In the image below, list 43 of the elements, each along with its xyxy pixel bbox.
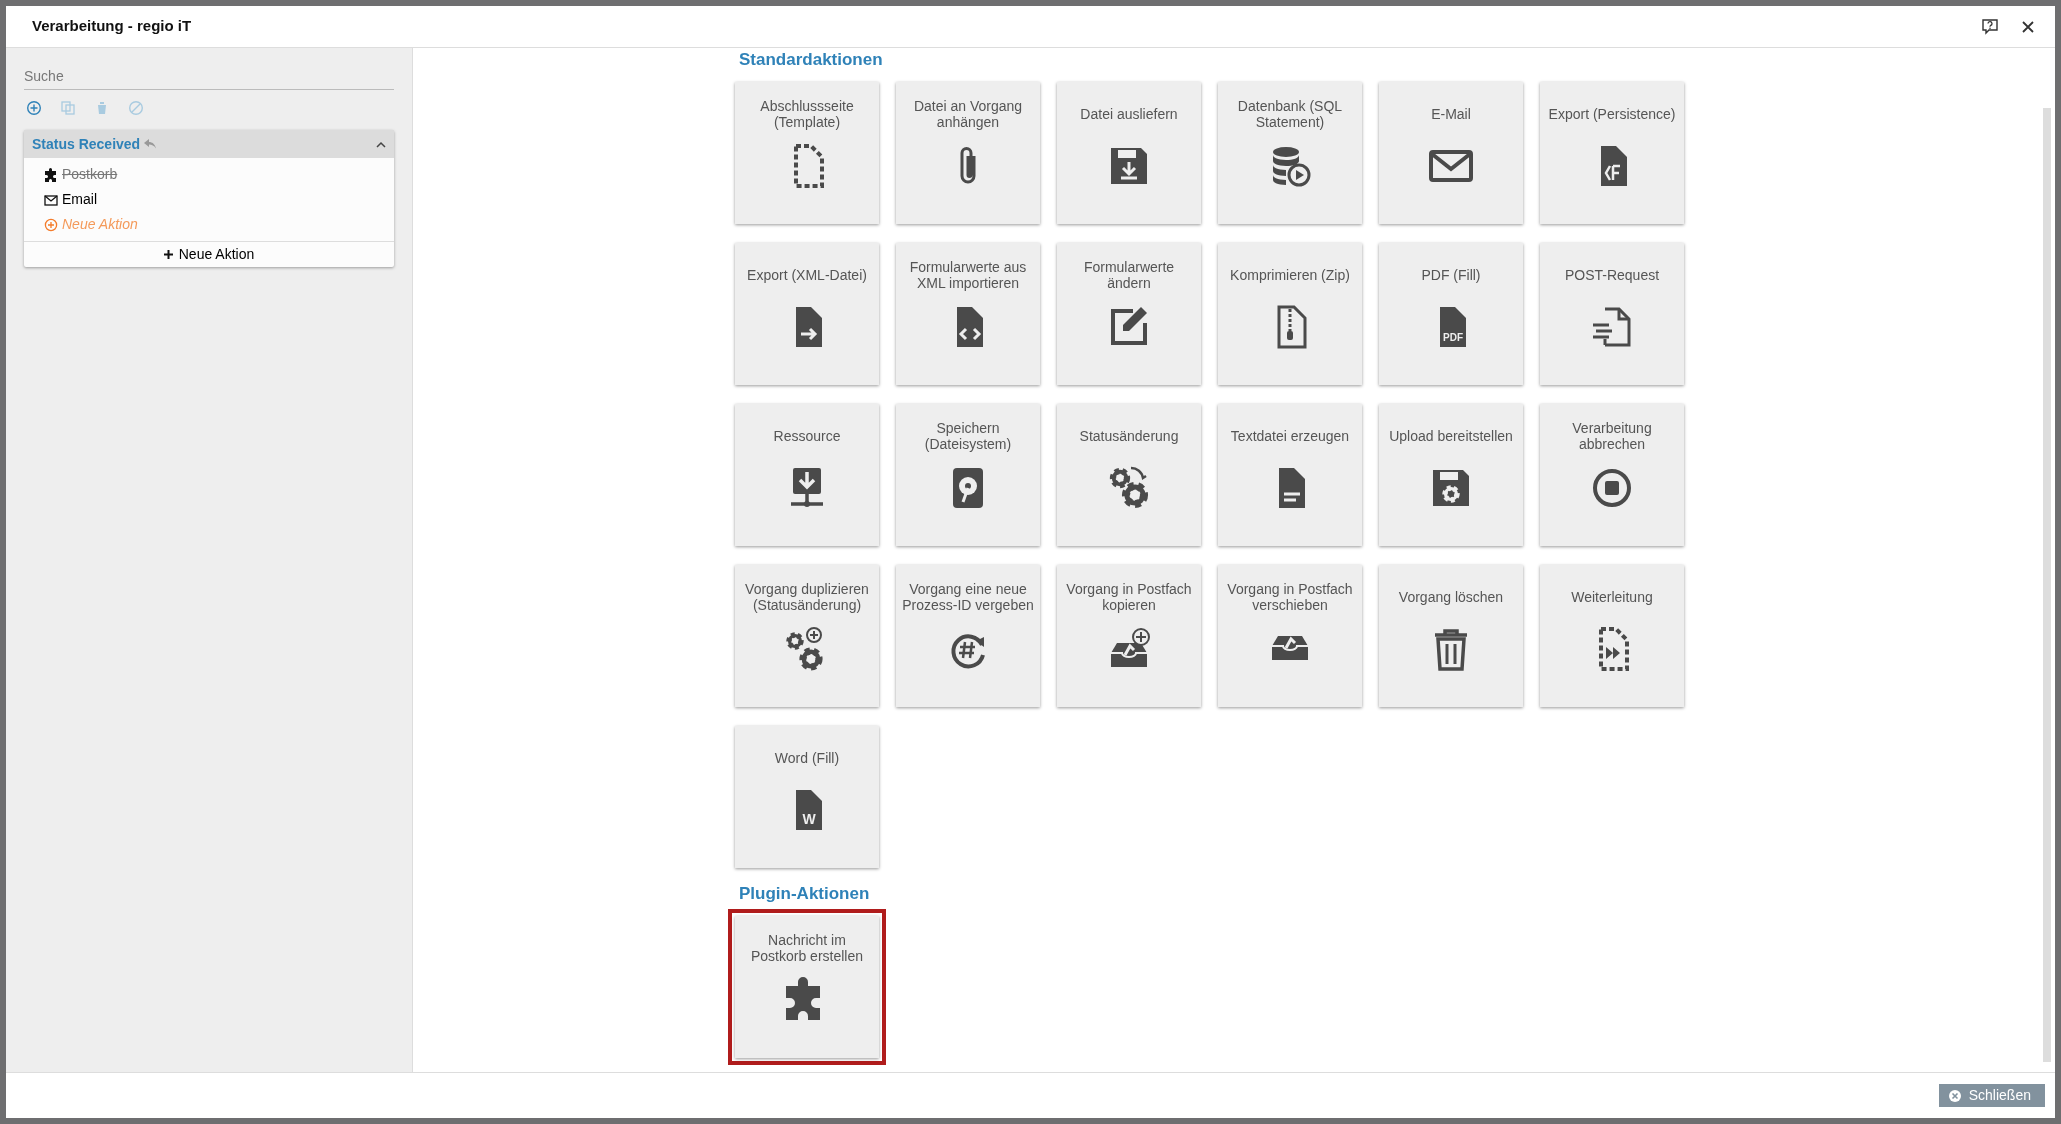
envelope-icon [44,192,58,207]
chevron-up-icon [376,140,386,148]
action-tile[interactable]: Weiterleitung [1540,565,1684,707]
action-tile[interactable]: Export (Persistence) [1540,82,1684,224]
add-icon [44,217,58,232]
action-tile[interactable]: Formularwerte ändern [1057,243,1201,385]
undo-icon [144,139,157,149]
action-tile[interactable]: Export (XML-Datei) [735,243,879,385]
action-tile[interactable]: Komprimieren (Zip) [1218,243,1362,385]
action-tile[interactable]: PDF (Fill) PDF [1379,243,1523,385]
action-tile[interactable]: Abschlussseite (Template) [735,82,879,224]
action-tile[interactable]: Vorgang löschen [1379,565,1523,707]
tray-icon [1271,635,1309,661]
puzzle-icon [44,167,58,182]
action-tile[interactable]: Vorgang in Postfach verschieben [1218,565,1362,707]
section-heading: Plugin-Aktionen [739,884,871,904]
action-item[interactable]: Email [44,187,97,212]
add-action-button[interactable]: Neue Aktion [24,241,394,267]
scrollbar[interactable] [2043,108,2051,1062]
action-tile[interactable]: Datenbank (SQL Statement) [1218,82,1362,224]
action-tile[interactable]: Vorgang duplizieren (Statusänderung) [735,565,879,707]
action-tile[interactable]: Verarbeitung abbrechen [1540,404,1684,546]
action-tile[interactable]: Datei ausliefern [1057,82,1201,224]
action-tile[interactable]: Statusänderung [1057,404,1201,546]
action-tile[interactable]: Formularwerte aus XML importieren [896,243,1040,385]
search-field[interactable]: Suche [24,62,394,90]
close-circle-icon [1948,1089,1961,1102]
action-tile[interactable]: Word (Fill) W [735,726,879,868]
action-tile[interactable]: Nachricht im Postkorb erstellen [735,916,879,1058]
action-tile[interactable]: Vorgang eine neue Prozess-ID vergeben [896,565,1040,707]
action-tile[interactable]: E-Mail [1379,82,1523,224]
action-tile[interactable]: Textdatei erzeugen [1218,404,1362,546]
action-tile[interactable]: Datei an Vorgang anhängen [896,82,1040,224]
action-tile[interactable]: Upload bereitstellen [1379,404,1523,546]
action-tile[interactable]: Ressource [735,404,879,546]
window-title: Verarbeitung - regio iT [32,16,193,37]
action-tile[interactable]: Speichern (Dateisystem) [896,404,1040,546]
add-button[interactable] [26,100,42,116]
action-tile[interactable]: POST-Request [1540,243,1684,385]
panel-title: Status Received [32,134,141,154]
section-heading: Standardaktionen [739,50,884,70]
action-tile[interactable]: Vorgang in Postfach kopieren [1057,565,1201,707]
plus-icon [163,250,173,259]
